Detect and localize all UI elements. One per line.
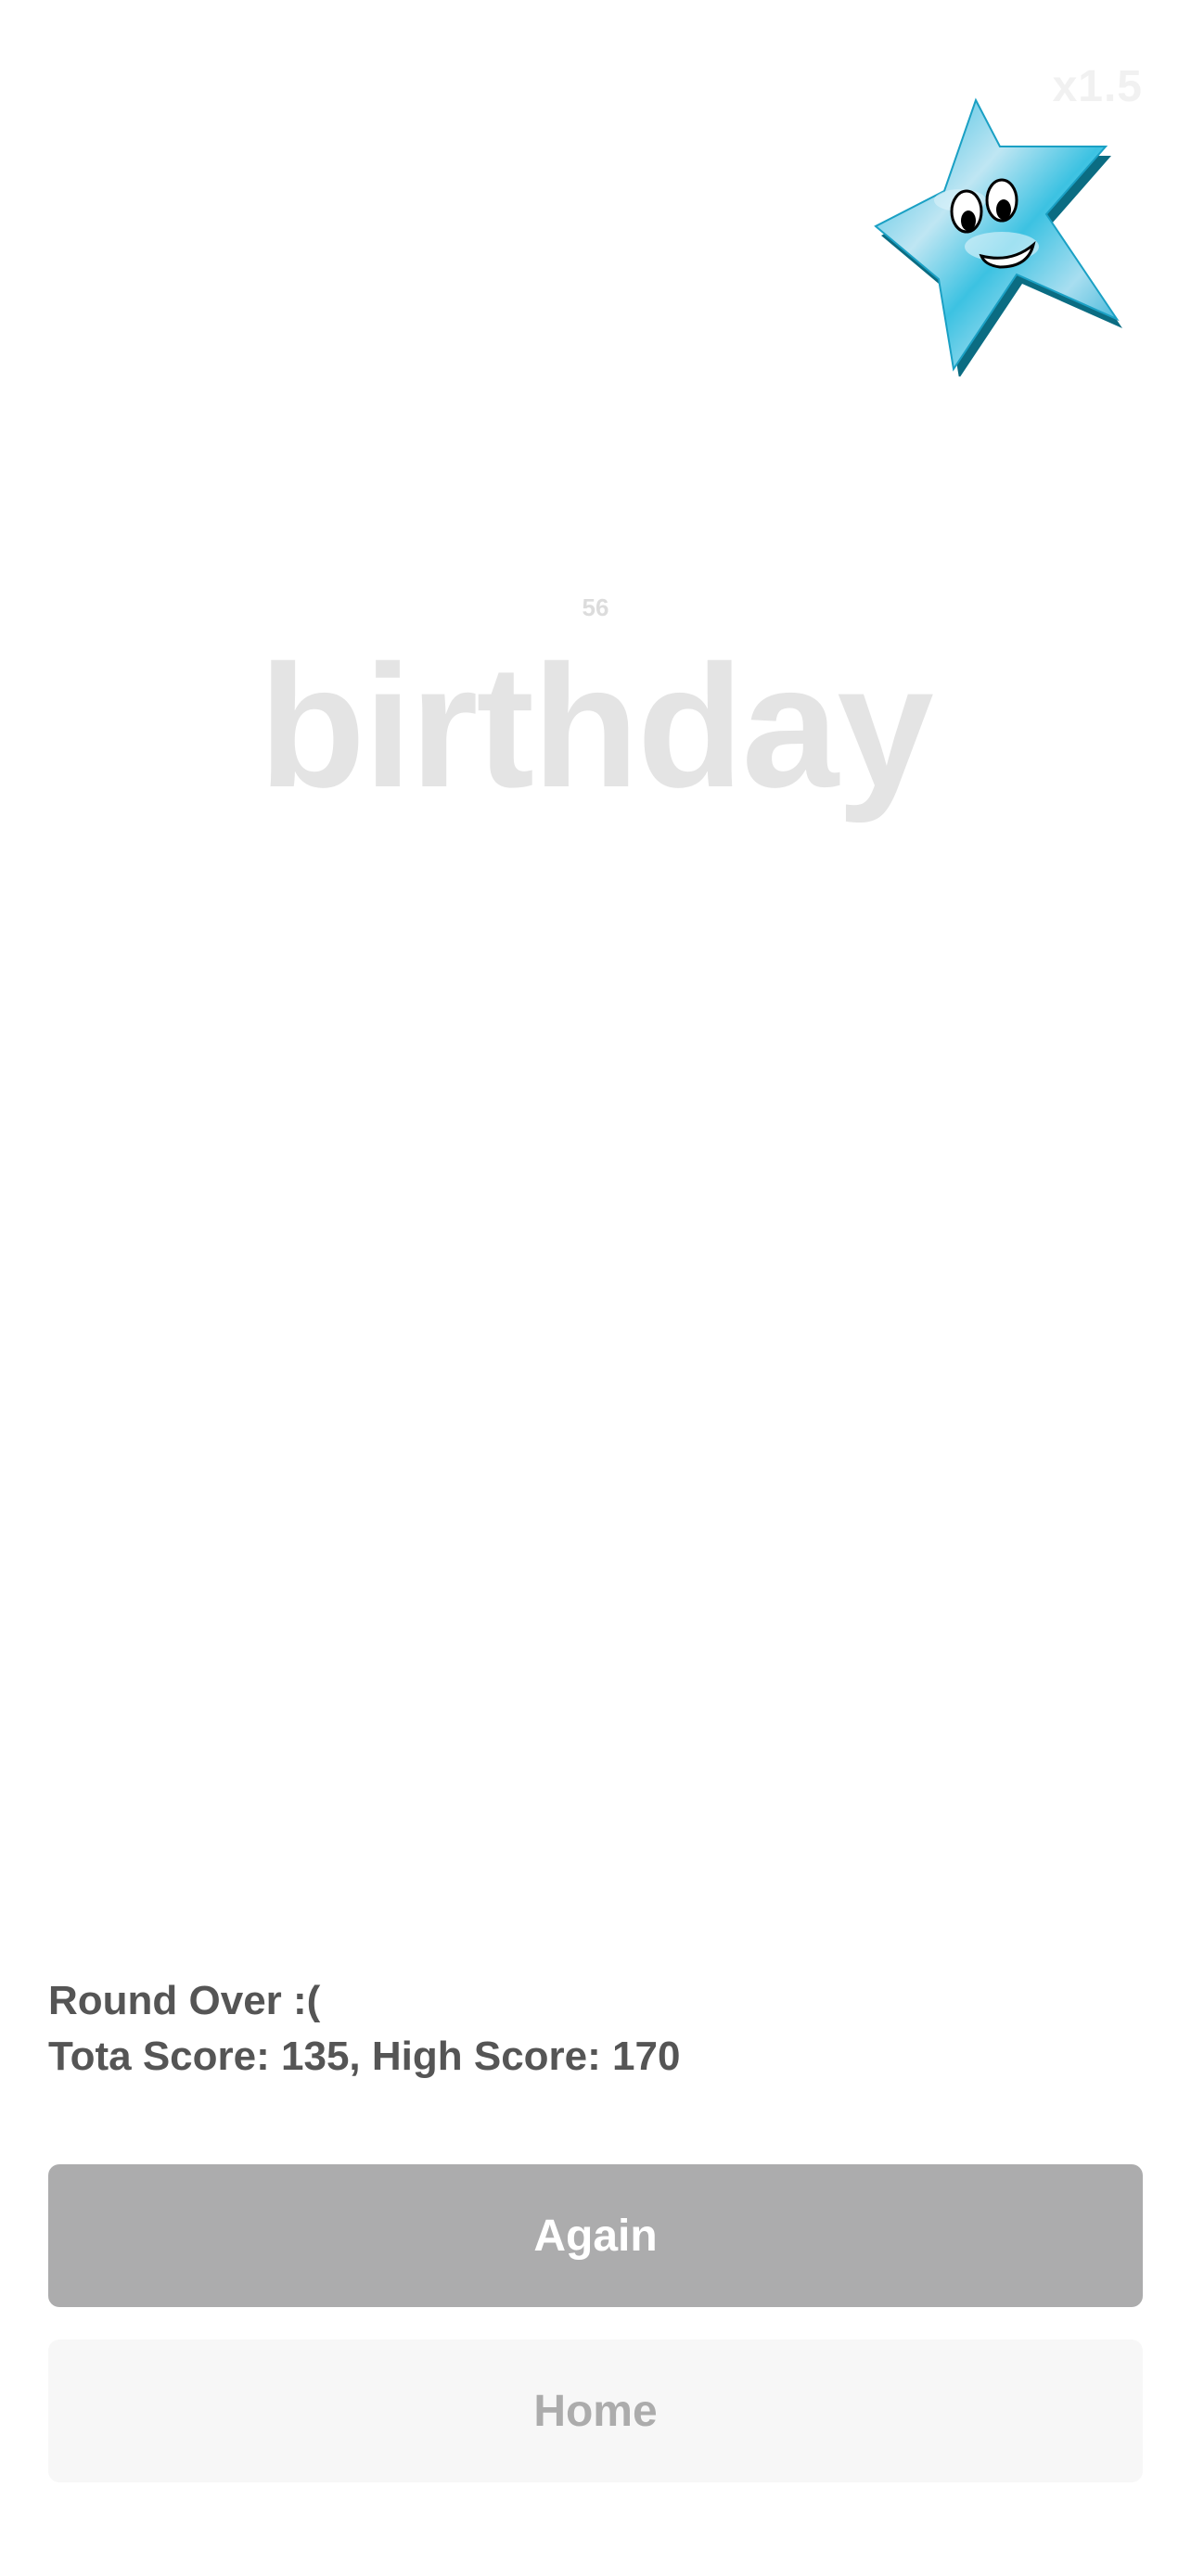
round-over-message: Round Over :( [48, 1978, 321, 2023]
star-mascot-icon [863, 89, 1132, 378]
current-word: birthday [259, 629, 934, 823]
score-summary: Tota Score: 135, High Score: 170 [48, 2034, 681, 2079]
round-result: Round Over :( Tota Score: 135, High Scor… [48, 1973, 680, 2085]
again-button[interactable]: Again [48, 2164, 1143, 2307]
countdown-timer: 56 [582, 593, 609, 621]
home-button[interactable]: Home [48, 2340, 1143, 2482]
